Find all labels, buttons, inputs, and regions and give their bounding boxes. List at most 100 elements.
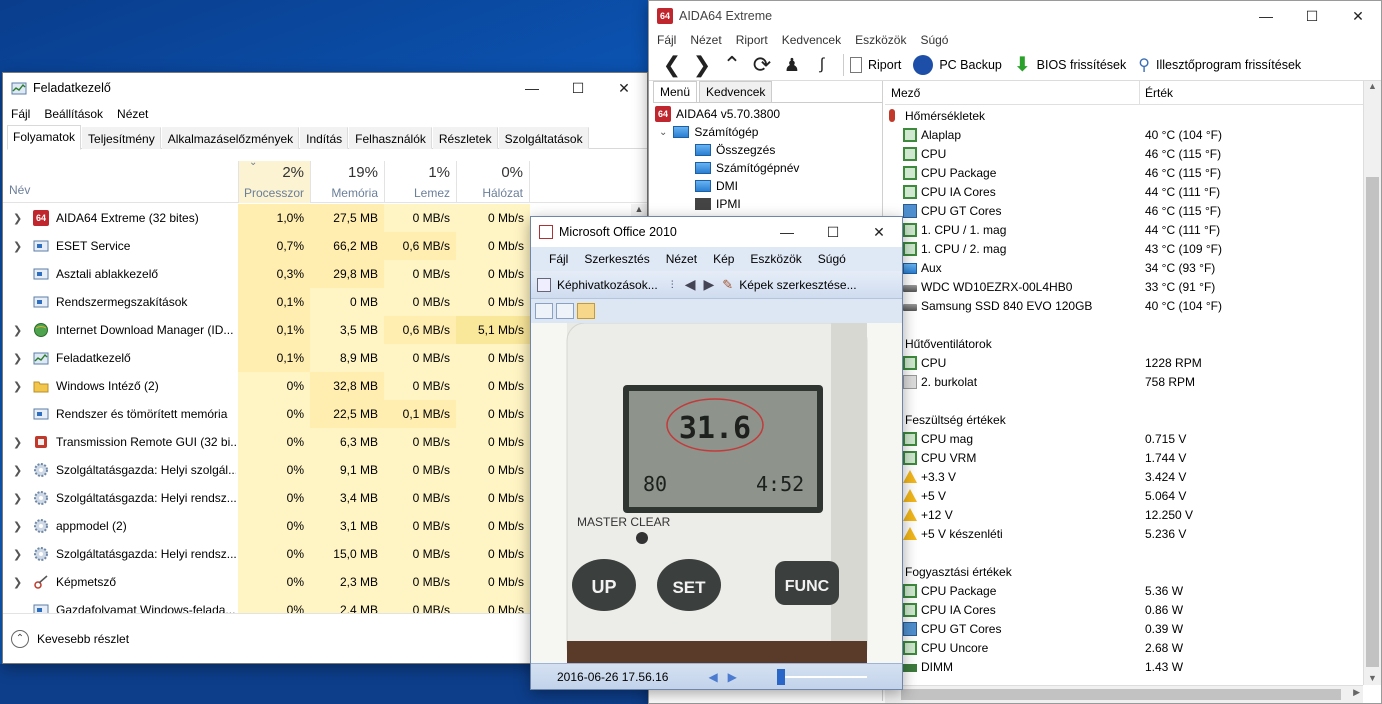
sensor-section-header[interactable]: Hűtőventilátorok	[885, 334, 1363, 353]
col-cpu[interactable]: ⌄ 2% Processzor	[238, 157, 310, 203]
back-icon[interactable]: ❮	[657, 50, 687, 80]
expand-chevron-icon[interactable]: ❯	[13, 492, 22, 505]
menu-edit[interactable]: Szerkesztés	[584, 252, 649, 266]
rotate-left-icon[interactable]: ◀	[685, 276, 696, 293]
menu-settings[interactable]: Beállítások	[44, 107, 103, 121]
menu-file[interactable]: Fájl	[11, 107, 30, 121]
sensor-row[interactable]: +12 V 12.250 V	[885, 505, 1363, 524]
tab-favorites[interactable]: Kedvencek	[699, 81, 773, 102]
col-memory[interactable]: 19% Memória	[310, 161, 384, 203]
sensor-row[interactable]: CPU IA Cores 0.86 W	[885, 600, 1363, 619]
expand-chevron-icon[interactable]: ❯	[13, 380, 22, 393]
toolbar-overflow-icon[interactable]: ⋮	[668, 279, 677, 290]
sensor-section-header[interactable]: Hőmérsékletek	[885, 106, 1363, 125]
tree-root[interactable]: 64 AIDA64 v5.70.3800	[653, 105, 882, 123]
sensor-section-header[interactable]: Feszültség értékek	[885, 410, 1363, 429]
col-field[interactable]: Mező	[891, 86, 920, 100]
expand-chevron-icon[interactable]: ❯	[13, 324, 22, 337]
sensor-row[interactable]: CPU Package 46 °C (115 °F)	[885, 163, 1363, 182]
edit-pictures-button[interactable]: ✎ Képek szerkesztése...	[722, 277, 856, 293]
sensor-row[interactable]: +5 V készenléti 5.236 V	[885, 524, 1363, 543]
sensor-row[interactable]: CPU mag 0.715 V	[885, 429, 1363, 448]
tab-users[interactable]: Felhasználók	[349, 127, 432, 149]
sensor-row[interactable]: 1. CPU / 1. mag 44 °C (111 °F)	[885, 220, 1363, 239]
menu-picture[interactable]: Kép	[713, 252, 734, 266]
menu-report[interactable]: Riport	[736, 33, 768, 47]
sensor-row[interactable]: DIMM 1.43 W	[885, 657, 1363, 676]
expand-chevron-icon[interactable]: ❯	[13, 436, 22, 449]
sensor-row[interactable]: CPU Package 5.36 W	[885, 581, 1363, 600]
close-button[interactable]: ✕	[856, 217, 902, 247]
expand-chevron-icon[interactable]: ❯	[13, 212, 22, 225]
zoom-slider-thumb[interactable]	[776, 668, 785, 685]
scroll-thumb[interactable]	[1366, 177, 1379, 667]
scroll-down-arrow-icon[interactable]: ▼	[1364, 673, 1381, 683]
menu-view[interactable]: Nézet	[117, 107, 148, 121]
sensor-row[interactable]: +5 V 5.064 V	[885, 486, 1363, 505]
chart-icon[interactable]: ∫	[807, 50, 837, 80]
user-icon[interactable]: ♟	[777, 50, 807, 80]
tree-item-dmi[interactable]: DMI	[653, 177, 882, 195]
sensor-row[interactable]: CPU GT Cores 46 °C (115 °F)	[885, 201, 1363, 220]
col-value[interactable]: Érték	[1145, 86, 1173, 100]
picture-shortcuts-button[interactable]: Képhivatkozások...	[537, 277, 658, 292]
fewer-details-link[interactable]: Kevesebb részlet	[37, 632, 129, 646]
next-picture-icon[interactable]: ▶	[728, 670, 737, 684]
expand-chevron-icon[interactable]: ⌄	[659, 127, 667, 138]
scroll-up-arrow-icon[interactable]: ▲	[1364, 81, 1381, 91]
tab-app-history[interactable]: Alkalmazáselőzmények	[161, 127, 300, 149]
maximize-button[interactable]: ☐	[1289, 1, 1335, 31]
expand-chevron-icon[interactable]: ❯	[13, 520, 22, 533]
chevron-up-icon[interactable]: ⌃	[11, 629, 29, 648]
menu-file[interactable]: Fájl	[657, 33, 676, 47]
col-name[interactable]: Név	[9, 183, 30, 197]
menu-help[interactable]: Súgó	[818, 252, 846, 266]
vertical-scrollbar[interactable]: ▲ ▼	[1363, 81, 1381, 685]
menu-tools[interactable]: Eszközök	[855, 33, 906, 47]
rotate-right-icon[interactable]: ▶	[704, 276, 715, 293]
menu-help[interactable]: Súgó	[920, 33, 948, 47]
col-network[interactable]: 0% Hálózat	[456, 161, 530, 203]
sensor-row[interactable]: Samsung SSD 840 EVO 120GB 40 °C (104 °F)	[885, 296, 1363, 315]
horizontal-scrollbar[interactable]: ▶	[885, 685, 1363, 703]
sensor-row[interactable]: 1. CPU / 2. mag 43 °C (109 °F)	[885, 239, 1363, 258]
sensor-row[interactable]: CPU GT Cores 0.39 W	[885, 619, 1363, 638]
tab-performance[interactable]: Teljesítmény	[82, 127, 161, 149]
bios-update-button[interactable]: ⬇ BIOS frissítések	[1014, 52, 1126, 77]
tree-item-summary[interactable]: Összegzés	[653, 141, 882, 159]
maximize-button[interactable]: ☐	[810, 217, 856, 247]
close-button[interactable]: ✕	[601, 73, 647, 103]
close-button[interactable]: ✕	[1335, 1, 1381, 31]
zoom-slider[interactable]	[776, 668, 867, 685]
expand-chevron-icon[interactable]: ❯	[13, 240, 22, 253]
tree-computer[interactable]: ⌄ Számítógép	[653, 123, 882, 141]
sensor-row[interactable]: CPU VRM 1.744 V	[885, 448, 1363, 467]
expand-chevron-icon[interactable]: ❯	[13, 352, 22, 365]
tree-item-computer-name[interactable]: Számítógépnév	[653, 159, 882, 177]
sensor-row[interactable]: Aux 34 °C (93 °F)	[885, 258, 1363, 277]
scroll-up-arrow-icon[interactable]: ▲	[631, 204, 647, 214]
filmstrip-view-icon[interactable]	[556, 303, 574, 319]
sensor-row[interactable]: 2. burkolat 758 RPM	[885, 372, 1363, 391]
tab-menu[interactable]: Menü	[653, 81, 698, 102]
refresh-icon[interactable]: ⟳	[747, 50, 777, 80]
menu-view[interactable]: Nézet	[666, 252, 697, 266]
menu-file[interactable]: Fájl	[549, 252, 568, 266]
col-disk[interactable]: 1% Lemez	[384, 161, 456, 203]
sensor-row[interactable]: Alaplap 40 °C (104 °F)	[885, 125, 1363, 144]
up-icon[interactable]: ⌃	[717, 50, 747, 80]
tab-details[interactable]: Részletek	[432, 127, 498, 149]
scroll-thumb-horizontal[interactable]	[901, 689, 1341, 700]
pc-backup-button[interactable]: PC Backup	[913, 54, 1002, 75]
driver-update-button[interactable]: ⚲ Illesztőprogram frissítések	[1138, 55, 1301, 75]
tab-services[interactable]: Szolgáltatások	[498, 127, 589, 149]
sensor-row[interactable]: +3.3 V 3.424 V	[885, 467, 1363, 486]
minimize-button[interactable]: —	[509, 73, 555, 103]
scroll-right-arrow-icon[interactable]: ▶	[1353, 687, 1360, 698]
tab-startup[interactable]: Indítás	[300, 127, 349, 149]
sensor-row[interactable]: CPU Uncore 2.68 W	[885, 638, 1363, 657]
sensor-section-header[interactable]: Fogyasztási értékek	[885, 562, 1363, 581]
minimize-button[interactable]: —	[764, 217, 810, 247]
expand-chevron-icon[interactable]: ❯	[13, 576, 22, 589]
sensor-row[interactable]: WDC WD10EZRX-00L4HB0 33 °C (91 °F)	[885, 277, 1363, 296]
